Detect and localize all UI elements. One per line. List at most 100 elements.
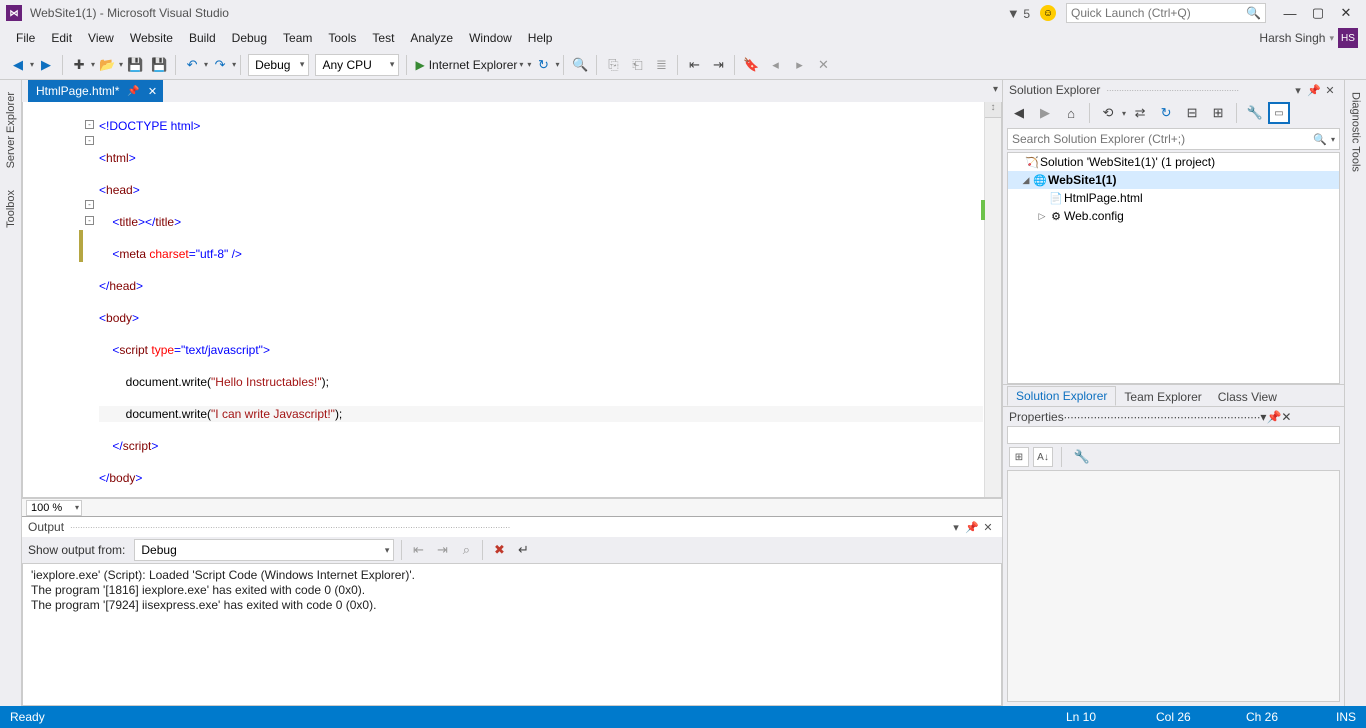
- menu-help[interactable]: Help: [520, 31, 561, 45]
- user-badge[interactable]: HS: [1338, 28, 1358, 48]
- redo-button[interactable]: ↷: [209, 54, 231, 76]
- browser-dropdown-icon[interactable]: ▾: [519, 60, 523, 69]
- tab-team-explorer[interactable]: Team Explorer: [1116, 388, 1209, 406]
- output-clear-find-icon[interactable]: ⌕: [455, 539, 477, 561]
- find-in-files-button[interactable]: 🔍: [569, 54, 591, 76]
- fold-script-icon[interactable]: -: [85, 216, 94, 225]
- format-doc-button[interactable]: ≣: [650, 54, 672, 76]
- save-all-button[interactable]: 💾: [148, 54, 170, 76]
- solution-pin-icon[interactable]: 📌: [1306, 84, 1322, 97]
- tree-solution-node[interactable]: 🏹 Solution 'WebSite1(1)' (1 project): [1008, 153, 1339, 171]
- sol-preview-selected-icon[interactable]: ▭: [1269, 103, 1289, 123]
- menu-window[interactable]: Window: [461, 31, 520, 45]
- menu-team[interactable]: Team: [275, 31, 320, 45]
- feedback-smiley-icon[interactable]: ☺: [1040, 5, 1056, 21]
- menu-build[interactable]: Build: [181, 31, 224, 45]
- tab-class-view[interactable]: Class View: [1210, 388, 1285, 406]
- fold-body-icon[interactable]: -: [85, 200, 94, 209]
- search-options-icon[interactable]: ▾: [1331, 135, 1335, 144]
- nav-back-button[interactable]: ◀: [7, 54, 29, 76]
- decrease-indent-button[interactable]: ⇤: [683, 54, 705, 76]
- undo-button[interactable]: ↶: [181, 54, 203, 76]
- sol-collapse-all-icon[interactable]: ⊟: [1181, 102, 1203, 124]
- properties-close-icon[interactable]: ✕: [1281, 410, 1291, 424]
- menu-test[interactable]: Test: [364, 31, 402, 45]
- fold-html-icon[interactable]: -: [85, 120, 94, 129]
- editor-tab-pin-icon[interactable]: 📌: [127, 86, 139, 97]
- solution-search-box[interactable]: 🔍 ▾: [1007, 128, 1340, 150]
- menu-view[interactable]: View: [80, 31, 122, 45]
- increase-indent-button[interactable]: ⇥: [707, 54, 729, 76]
- solution-tree[interactable]: 🏹 Solution 'WebSite1(1)' (1 project) ◢🌐 …: [1007, 152, 1340, 384]
- sol-home-icon[interactable]: ⌂: [1060, 102, 1082, 124]
- props-alpha-sort-icon[interactable]: A↓: [1033, 447, 1053, 467]
- menu-edit[interactable]: Edit: [43, 31, 80, 45]
- save-button[interactable]: 💾: [124, 54, 146, 76]
- solution-search-input[interactable]: [1012, 132, 1313, 146]
- start-debug-label[interactable]: Internet Explorer: [429, 58, 518, 72]
- user-dropdown-icon[interactable]: ▾: [1329, 33, 1334, 44]
- split-handle-icon[interactable]: ↕: [985, 102, 1001, 118]
- tab-solution-explorer[interactable]: Solution Explorer: [1007, 386, 1116, 406]
- minimize-button[interactable]: —: [1276, 6, 1304, 21]
- new-project-button[interactable]: ✚: [68, 54, 90, 76]
- properties-pin-icon[interactable]: 📌: [1266, 410, 1281, 424]
- open-file-button[interactable]: 📂: [96, 54, 118, 76]
- nav-forward-button[interactable]: ▶: [35, 54, 57, 76]
- code-editor[interactable]: - - - - <!DOCTYPE html> <html> <head> <t…: [22, 102, 1002, 498]
- sol-show-all-files-icon[interactable]: ⊞: [1207, 102, 1229, 124]
- fold-head-icon[interactable]: -: [85, 136, 94, 145]
- output-window-options-icon[interactable]: ▾: [948, 521, 964, 534]
- search-icon[interactable]: 🔍: [1313, 133, 1327, 146]
- browser-link-refresh-button[interactable]: ↻: [532, 54, 554, 76]
- sol-sync-icon[interactable]: ⟲: [1097, 102, 1119, 124]
- bookmark-button[interactable]: 🔖: [740, 54, 762, 76]
- output-close-icon[interactable]: ✕: [980, 521, 996, 534]
- tab-overflow-icon[interactable]: ▾: [993, 84, 998, 95]
- props-wrench-icon[interactable]: 🔧: [1071, 446, 1093, 468]
- output-text[interactable]: 'iexplore.exe' (Script): Loaded 'Script …: [22, 563, 1002, 706]
- menu-website[interactable]: Website: [122, 31, 181, 45]
- properties-grid[interactable]: [1007, 470, 1340, 702]
- tree-file-html[interactable]: 📄HtmlPage.html: [1008, 189, 1339, 207]
- output-clear-all-icon[interactable]: ✖: [488, 539, 510, 561]
- notifications-flag-icon[interactable]: ▼ 5: [1007, 6, 1030, 21]
- properties-object-combo[interactable]: [1007, 426, 1340, 444]
- sol-properties-icon[interactable]: 🔧: [1244, 102, 1266, 124]
- output-go-next-icon[interactable]: ⇥: [431, 539, 453, 561]
- menu-analyze[interactable]: Analyze: [402, 31, 461, 45]
- platform-combo[interactable]: Any CPU: [315, 54, 399, 76]
- output-pin-icon[interactable]: 📌: [964, 521, 980, 534]
- uncomment-button[interactable]: ⎗: [626, 54, 648, 76]
- output-source-combo[interactable]: Debug: [134, 539, 394, 561]
- code-content[interactable]: <!DOCTYPE html> <html> <head> <title></t…: [99, 102, 983, 497]
- config-combo[interactable]: Debug: [248, 54, 309, 76]
- quick-launch-input[interactable]: [1071, 6, 1246, 20]
- menu-file[interactable]: File: [8, 31, 43, 45]
- editor-tab-close-icon[interactable]: ✕: [148, 85, 157, 98]
- sol-forward-button[interactable]: ▶: [1034, 102, 1056, 124]
- sol-refresh-icon[interactable]: ↻: [1155, 102, 1177, 124]
- diagnostic-tools-tab[interactable]: Diagnostic Tools: [1348, 86, 1364, 178]
- output-go-prev-icon[interactable]: ⇤: [407, 539, 429, 561]
- clear-bookmarks-button[interactable]: ✕: [812, 54, 834, 76]
- toolbox-tab[interactable]: Toolbox: [3, 184, 19, 234]
- comment-out-button[interactable]: ⎘: [602, 54, 624, 76]
- sol-back-button[interactable]: ◀: [1008, 102, 1030, 124]
- menu-debug[interactable]: Debug: [224, 31, 275, 45]
- output-word-wrap-icon[interactable]: ↵: [512, 539, 534, 561]
- restore-button[interactable]: ▢: [1304, 5, 1332, 21]
- server-explorer-tab[interactable]: Server Explorer: [3, 86, 19, 174]
- search-icon[interactable]: 🔍: [1246, 6, 1261, 20]
- close-button[interactable]: ✕: [1332, 5, 1360, 21]
- solution-window-options-icon[interactable]: ▾: [1290, 84, 1306, 97]
- next-bookmark-button[interactable]: ▸: [788, 54, 810, 76]
- tree-file-webconfig[interactable]: ▷⚙Web.config: [1008, 207, 1339, 225]
- prev-bookmark-button[interactable]: ◂: [764, 54, 786, 76]
- sol-pending-changes-icon[interactable]: ⇄: [1129, 102, 1151, 124]
- menu-tools[interactable]: Tools: [320, 31, 364, 45]
- editor-tab-active[interactable]: HtmlPage.html* 📌 ✕: [28, 80, 163, 102]
- start-debug-icon[interactable]: ▶: [415, 58, 424, 72]
- solution-close-icon[interactable]: ✕: [1322, 84, 1338, 97]
- signed-in-user[interactable]: Harsh Singh: [1259, 31, 1325, 45]
